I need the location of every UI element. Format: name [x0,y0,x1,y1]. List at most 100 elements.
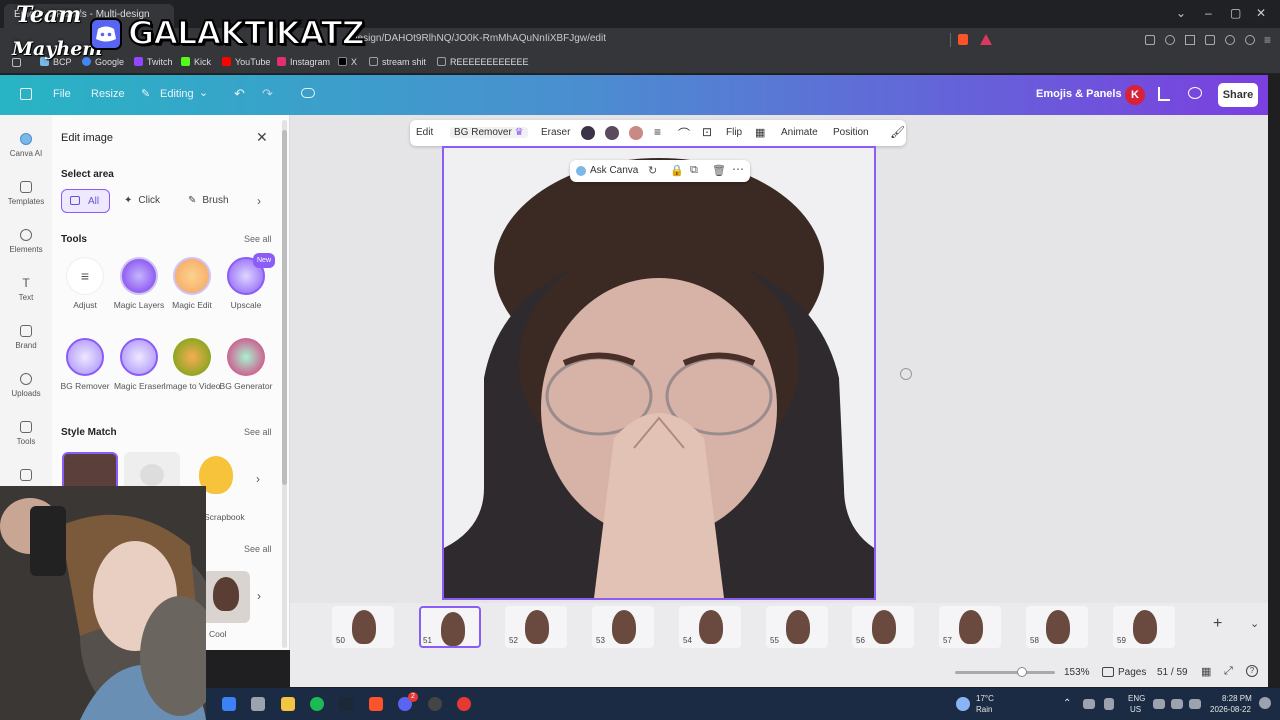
tool-bg-generator[interactable]: BG Generator [217,338,275,393]
notifications-icon[interactable] [1259,697,1271,709]
help-icon[interactable]: ? [1246,665,1258,677]
grid-view-icon[interactable]: ▦ [1201,665,1211,678]
pages-button[interactable]: Pages [1118,667,1146,678]
bookmark-folder-stream[interactable]: stream shit [369,57,426,67]
calculator-icon[interactable] [251,697,265,711]
rail-tools[interactable]: Tools [0,421,52,446]
steam-icon[interactable] [339,697,353,711]
rail-uploads[interactable]: Uploads [0,373,52,398]
select-click-chip[interactable]: ✦ Click [116,189,172,213]
see-all-link[interactable]: See all [244,544,272,554]
fullscreen-icon[interactable]: ⤢ [1224,665,1233,678]
keyboard-region[interactable]: US [1130,705,1141,714]
share-button[interactable]: Share [1218,83,1258,107]
rail-projects[interactable] [0,469,52,485]
tool-magic-edit[interactable]: Magic Edit [163,257,221,312]
bg-remover-button[interactable]: BG Remover ♛ [450,127,528,138]
chevron-down-icon[interactable]: ⌄ [1250,617,1259,630]
sidebar-icon[interactable] [1185,35,1195,45]
tool-adjust[interactable]: ≡ Adjust [56,257,114,312]
zoom-slider-thumb[interactable] [1017,667,1027,677]
bookmark-folder-reee[interactable]: REEEEEEEEEEEE [437,57,529,67]
rail-templates[interactable]: Templates [0,181,52,206]
home-icon[interactable] [20,88,32,100]
tools-see-all[interactable]: See all [244,234,272,244]
trash-icon[interactable]: 🗑 [712,164,726,177]
eraser-button[interactable]: Eraser [541,127,570,138]
select-all-chip[interactable]: All [61,189,110,213]
close-icon[interactable]: ✕ [256,129,268,146]
leo-ai-icon[interactable] [1225,35,1235,45]
insights-icon[interactable] [1158,87,1170,101]
clock-time[interactable]: 8:28 PM [1222,694,1252,703]
extension-icon[interactable] [1145,35,1155,45]
widgets-icon[interactable] [222,697,236,711]
duplicate-icon[interactable]: ⧉ [690,164,698,177]
tool-upscale[interactable]: New Upscale [217,253,276,312]
tool-bg-remover[interactable]: BG Remover [56,338,114,393]
chevron-right-icon[interactable]: › [257,194,261,208]
lock-icon[interactable]: 🔒 [670,164,684,177]
volume-icon[interactable] [1189,699,1201,709]
comment-icon[interactable] [1188,87,1202,99]
chevron-right-icon[interactable]: › [256,472,260,486]
wifi-icon[interactable] [1171,699,1183,709]
language[interactable]: ENG [1128,694,1145,703]
tool-image-to-video[interactable]: Image to Video [163,338,221,393]
tab-search-icon[interactable]: ⌄ [1176,6,1186,20]
color-swatch[interactable] [629,126,643,140]
rail-brand[interactable]: Brand [0,325,52,350]
rotate-copy-icon[interactable]: ↻ [648,164,657,177]
style-match-see-all[interactable]: See all [244,427,272,437]
style-thumb-cool[interactable] [202,571,250,623]
url-field[interactable]: design/DAHOt9RlhNQ/JO0K-RmMhAQuNnIiXBFJg… [352,33,606,44]
add-page-icon[interactable]: + [1213,615,1222,633]
editing-mode-button[interactable]: Editing [160,88,194,100]
more-icon[interactable]: ⋯ [732,162,744,176]
rail-canva-ai[interactable]: Canva AI [0,133,52,158]
brave-shield-icon[interactable] [958,34,968,45]
rail-text[interactable]: T Text [0,277,52,302]
close-window-icon[interactable]: ✕ [1256,6,1266,20]
file-menu[interactable]: File [53,88,71,100]
tool-magic-layers[interactable]: Magic Layers [110,257,168,312]
undo-icon[interactable]: ↶ [234,86,245,102]
resize-button[interactable]: Resize [91,88,125,100]
mic-icon[interactable] [1104,698,1114,710]
zoom-level[interactable]: 153% [1064,667,1090,678]
avatar[interactable]: K [1125,85,1145,105]
border-style-icon[interactable]: ≡ [654,125,661,139]
position-button[interactable]: Position [833,127,869,138]
file-explorer-icon[interactable] [281,697,295,711]
edit-button[interactable]: Edit [416,127,433,138]
weather-icon[interactable] [956,697,970,711]
selected-image[interactable] [442,146,876,600]
brave-icon[interactable] [369,697,383,711]
zoom-slider[interactable] [955,667,1055,677]
animate-button[interactable]: Animate [781,127,818,138]
menu-icon[interactable]: ≡ [1264,33,1271,47]
vpn-icon[interactable] [1245,35,1255,45]
tool-magic-eraser[interactable]: Magic Eraser [110,338,168,393]
brave-rewards-icon[interactable] [980,34,992,45]
crop-icon[interactable]: ⊡ [702,125,712,139]
rail-elements[interactable]: Elements [0,229,52,254]
chevron-down-icon[interactable]: ⌄ [199,86,208,99]
rotate-handle[interactable] [900,368,912,380]
maximize-icon[interactable]: ▢ [1230,6,1241,20]
project-name[interactable]: Emojis & Panels [1036,88,1122,100]
redo-icon[interactable]: ↷ [262,86,273,102]
corner-rounding-icon[interactable]: ⌒ [678,125,690,142]
select-brush-chip[interactable]: ✎ Brush [180,189,242,213]
transparency-icon[interactable]: ▦ [755,126,765,139]
minimize-icon[interactable]: – [1205,6,1212,20]
tray-chevron-icon[interactable]: ⌃ [1063,698,1071,709]
panel-scrollbar-thumb[interactable] [282,130,287,485]
color-swatch[interactable] [605,126,619,140]
clock-date[interactable]: 2026-08-22 [1210,705,1251,714]
obs-icon[interactable] [428,697,442,711]
color-swatch[interactable] [581,126,595,140]
puzzle-icon[interactable] [1165,35,1175,45]
cloud-icon[interactable] [1083,699,1095,709]
cloud-save-icon[interactable] [301,88,315,98]
